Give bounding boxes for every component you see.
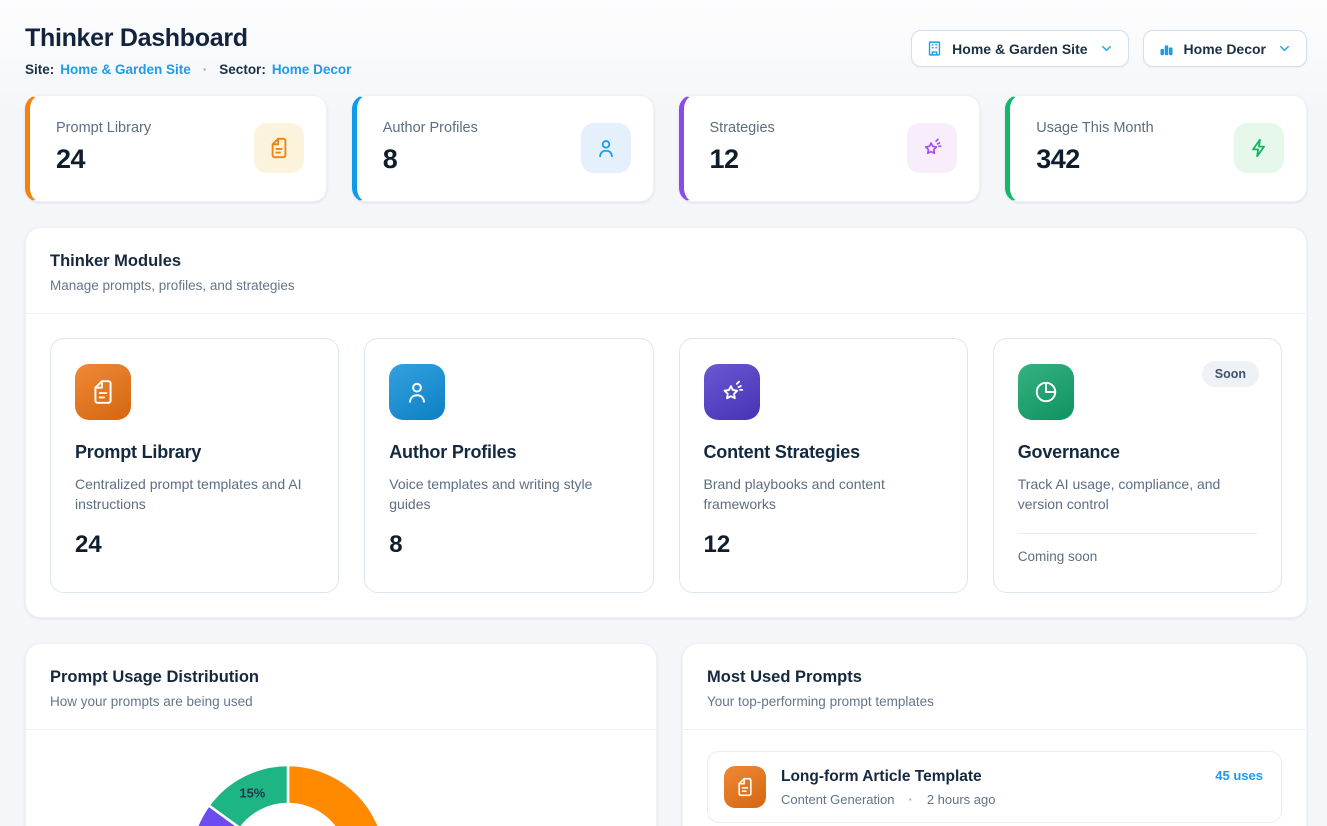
donut-slice-orange[interactable] [288, 765, 386, 826]
module-title: Governance [1018, 442, 1120, 463]
modules-section-title: Thinker Modules [50, 252, 1282, 271]
stat-text: Author Profiles 8 [383, 120, 478, 175]
stat-value: 12 [710, 144, 775, 175]
module-stat: 12 [704, 531, 731, 559]
donut-slice-label: 15% [239, 786, 265, 801]
stat-value: 24 [56, 144, 151, 175]
header-selectors: Home & Garden Site Home Decor [911, 30, 1307, 67]
document-icon [75, 364, 131, 420]
stat-card-strategies: Strategies 12 [679, 95, 981, 202]
modules-grid: Prompt Library Centralized prompt templa… [26, 314, 1306, 617]
stat-card-usage: Usage This Month 342 [1005, 95, 1307, 202]
stat-text: Usage This Month 342 [1036, 120, 1153, 175]
pie-chart-icon [1018, 364, 1074, 420]
stat-card-prompt-library: Prompt Library 24 [25, 95, 327, 202]
prompts-card-subtitle: Your top-performing prompt templates [707, 694, 1282, 709]
bar-chart-icon [1158, 40, 1175, 57]
prompt-usage-distribution-card: Prompt Usage Distribution How your promp… [25, 643, 657, 826]
thinker-modules-card: Thinker Modules Manage prompts, profiles… [25, 227, 1307, 618]
sector-selector-label: Home Decor [1184, 41, 1266, 57]
module-description: Brand playbooks and content frameworks [704, 474, 934, 515]
module-divider [1018, 533, 1257, 534]
stat-card-author-profiles: Author Profiles 8 [352, 95, 654, 202]
title-block: Thinker Dashboard Site: Home & Garden Si… [25, 24, 351, 77]
module-title: Prompt Library [75, 442, 201, 463]
document-icon [724, 766, 766, 808]
module-card-governance[interactable]: Soon Governance Track AI usage, complian… [993, 338, 1282, 593]
stat-text: Strategies 12 [710, 120, 775, 175]
prompt-item-category: Content Generation [781, 792, 894, 807]
usage-donut-chart: 45%25%15%15% [26, 738, 656, 826]
sparkle-star-icon [704, 364, 760, 420]
stat-label: Usage This Month [1036, 120, 1153, 136]
prompts-card-title: Most Used Prompts [707, 668, 1282, 687]
document-icon [254, 123, 304, 173]
usage-card-header: Prompt Usage Distribution How your promp… [26, 644, 656, 730]
breadcrumb-site-label: Site: [25, 62, 54, 77]
stat-value: 342 [1036, 144, 1153, 175]
site-selector-dropdown[interactable]: Home & Garden Site [911, 30, 1128, 67]
modules-section-subtitle: Manage prompts, profiles, and strategies [50, 278, 1282, 293]
breadcrumb-site-link[interactable]: Home & Garden Site [60, 62, 191, 77]
bottom-row: Prompt Usage Distribution How your promp… [25, 643, 1307, 826]
breadcrumb-sector-link[interactable]: Home Decor [272, 62, 352, 77]
meta-separator: · [908, 792, 912, 807]
chevron-down-icon [1099, 41, 1114, 56]
user-icon [389, 364, 445, 420]
page-title: Thinker Dashboard [25, 24, 351, 53]
prompt-item-uses: 45 uses [1215, 768, 1263, 783]
usage-card-title: Prompt Usage Distribution [50, 668, 632, 687]
stat-label: Strategies [710, 120, 775, 136]
prompt-list-item[interactable]: Long-form Article Template Content Gener… [707, 751, 1282, 823]
stat-label: Author Profiles [383, 120, 478, 136]
module-card-author-profiles[interactable]: Author Profiles Voice templates and writ… [364, 338, 653, 593]
coming-soon-text: Coming soon [1018, 549, 1098, 564]
module-stat: 24 [75, 531, 102, 559]
breadcrumb-sector-label: Sector: [219, 62, 266, 77]
sparkle-star-icon [907, 123, 957, 173]
usage-card-subtitle: How your prompts are being used [50, 694, 632, 709]
prompts-card-header: Most Used Prompts Your top-performing pr… [683, 644, 1306, 730]
module-card-prompt-library[interactable]: Prompt Library Centralized prompt templa… [50, 338, 339, 593]
topbar: Thinker Dashboard Site: Home & Garden Si… [0, 0, 1327, 95]
module-title: Content Strategies [704, 442, 860, 463]
module-title: Author Profiles [389, 442, 516, 463]
module-description: Voice templates and writing style guides [389, 474, 619, 515]
donut-chart-area: 45%25%15%15% [26, 730, 656, 826]
module-description: Centralized prompt templates and AI inst… [75, 474, 305, 515]
modules-section-header: Thinker Modules Manage prompts, profiles… [26, 228, 1306, 314]
prompt-item-time: 2 hours ago [927, 792, 996, 807]
soon-badge: Soon [1202, 361, 1259, 387]
stat-text: Prompt Library 24 [56, 120, 151, 175]
most-used-prompts-card: Most Used Prompts Your top-performing pr… [682, 643, 1307, 826]
lightning-icon [1234, 123, 1284, 173]
stat-label: Prompt Library [56, 120, 151, 136]
module-card-content-strategies[interactable]: Content Strategies Brand playbooks and c… [679, 338, 968, 593]
chevron-down-icon [1277, 41, 1292, 56]
prompt-item-meta: Content Generation · 2 hours ago [781, 792, 1200, 807]
prompt-item-text: Long-form Article Template Content Gener… [781, 768, 1200, 807]
prompt-item-title: Long-form Article Template [781, 768, 1200, 786]
stats-row: Prompt Library 24 Author Profiles 8 Stra… [25, 95, 1307, 202]
building-icon [926, 40, 943, 57]
user-icon [581, 123, 631, 173]
breadcrumb: Site: Home & Garden Site · Sector: Home … [25, 62, 351, 77]
module-stat: 8 [389, 531, 402, 559]
breadcrumb-separator: · [203, 62, 208, 77]
site-selector-label: Home & Garden Site [952, 41, 1087, 57]
module-description: Track AI usage, compliance, and version … [1018, 474, 1248, 515]
sector-selector-dropdown[interactable]: Home Decor [1143, 30, 1307, 67]
stat-value: 8 [383, 144, 478, 175]
prompt-list: Long-form Article Template Content Gener… [683, 730, 1306, 826]
